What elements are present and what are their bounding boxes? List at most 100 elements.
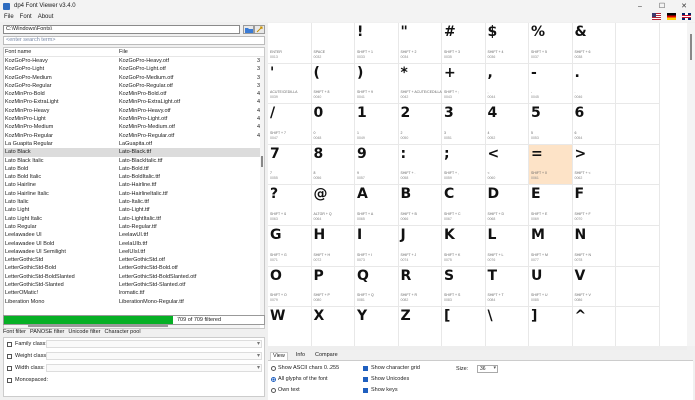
- option-own-text[interactable]: Own text: [271, 387, 300, 393]
- glyph-cell[interactable]: < <0060: [485, 144, 529, 186]
- glyph-cell[interactable]: H SHIFT + H 0072: [311, 226, 355, 267]
- glyph-cell[interactable]: D SHIFT + D 0068: [485, 185, 529, 226]
- column-file[interactable]: File: [119, 48, 254, 56]
- tab-unicode-filter[interactable]: Unicode filter: [68, 329, 100, 337]
- option-character-grid[interactable]: Show character grid: [363, 365, 420, 371]
- ascii-radio[interactable]: [271, 365, 276, 371]
- glyph-cell[interactable]: 6 6 0054: [572, 104, 616, 145]
- glyph-grid-scrollbar[interactable]: [687, 23, 695, 346]
- keys-checkbox[interactable]: [363, 387, 368, 393]
- font-list-row[interactable]: Lato Bold Lato-Bold.ttf: [4, 165, 264, 173]
- font-list-row[interactable]: KozMinPro-ExtraLight KozMinPro-ExtraLight…: [4, 98, 264, 106]
- font-list-row[interactable]: KozGoPro-Light KozGoPro-Light.otf 3: [4, 65, 264, 73]
- hscroll-thumb[interactable]: [28, 325, 168, 327]
- folder-path-input[interactable]: C:\Windows\Fonts\: [3, 25, 240, 34]
- glyph-cell[interactable]: * SHIFT + ACUTE/CEDILLA 0042: [398, 63, 442, 105]
- glyph-cell[interactable]: 1 1 0049: [355, 104, 399, 145]
- glyph-cell[interactable]: X: [312, 307, 355, 346]
- glyph-cell[interactable]: J SHIFT + J 0074: [398, 226, 442, 267]
- refresh-icon[interactable]: [254, 25, 265, 34]
- glyph-cell[interactable]: " SHIFT + 2 0034: [398, 23, 442, 64]
- glyph-cell[interactable]: F SHIFT + F 0070: [572, 185, 616, 226]
- column-font-name[interactable]: Font name: [4, 48, 119, 56]
- font-list-row[interactable]: Liberation Mono LiberationMono-Regular.tt…: [4, 298, 264, 306]
- glyph-cell[interactable]: SPACE 0032: [311, 23, 355, 64]
- glyph-cell[interactable]: T SHIFT + T 0084: [485, 266, 529, 308]
- glyph-cell[interactable]: - -0045: [529, 63, 573, 105]
- font-list-row[interactable]: Lato Black Italic Lato-BlackItalic.ttf: [4, 157, 264, 165]
- glyph-cell[interactable]: B SHIFT + B 0066: [398, 185, 442, 226]
- folder-icon[interactable]: [243, 25, 254, 34]
- glyph-cell[interactable]: ]: [529, 307, 573, 346]
- width-class-select[interactable]: [46, 364, 262, 372]
- tab-compare[interactable]: Compare: [313, 352, 340, 360]
- glyph-cell[interactable]: ^: [573, 307, 616, 346]
- glyph-cell[interactable]: G SHIFT + G 0071: [268, 226, 312, 267]
- glyph-cell[interactable]: I SHIFT + I 0073: [355, 226, 399, 267]
- font-list-row[interactable]: KozGoPro-Heavy KozGoPro-Heavy.otf 3: [4, 57, 264, 65]
- glyph-cell[interactable]: > SHIFT + <0062: [572, 144, 616, 186]
- option-keys[interactable]: Show keys: [363, 387, 398, 393]
- maximize-button[interactable]: ☐: [651, 0, 673, 12]
- glyph-cell[interactable]: K SHIFT + K 0075: [442, 226, 486, 267]
- glyph-cell[interactable]: ! SHIFT + 1 0033: [355, 23, 399, 64]
- font-list-row[interactable]: KozMinPro-Regular KozMinPro-Regular.otf 4: [4, 132, 264, 140]
- font-list-row[interactable]: LetterGothicStd-Slanted LetterGothicStd-S…: [4, 281, 264, 289]
- menu-font[interactable]: Font: [20, 14, 32, 20]
- size-select[interactable]: 36: [477, 365, 498, 373]
- glyph-cell[interactable]: (SHIFT + 8 0040: [311, 63, 355, 105]
- unicodes-checkbox[interactable]: [363, 376, 368, 382]
- font-list-row[interactable]: LetterGothicStd-BoldSlanted LetterGothicS…: [4, 273, 264, 281]
- glyph-cell[interactable]: S SHIFT + S 0083: [442, 266, 486, 308]
- glyph-cell[interactable]: 2 2 0050: [398, 104, 442, 145]
- glyph-cell[interactable]: M SHIFT + M 0077: [529, 226, 573, 267]
- glyph-cell[interactable]: ? SHIFT + ß 0063: [268, 185, 312, 226]
- character-grid-checkbox[interactable]: [363, 365, 368, 371]
- glyph-cell[interactable]: U SHIFT + U 0085: [529, 266, 573, 308]
- font-list-row[interactable]: La Guapita Regular LaGuapita.otf: [4, 140, 264, 148]
- glyph-cell[interactable]: [616, 144, 660, 186]
- glyph-cell[interactable]: 0 0 0048: [311, 104, 355, 145]
- glyph-cell[interactable]: ' ACUTE/CEDILLA 0039: [268, 63, 312, 105]
- family-class-checkbox[interactable]: [7, 341, 12, 347]
- glyph-cell[interactable]: [616, 63, 660, 105]
- glyph-cell[interactable]: = SHIFT + 0 0061: [529, 144, 573, 186]
- glyph-cell[interactable]: @ ALTGR + Q 0064: [311, 185, 355, 226]
- font-list-row[interactable]: Lato Hairline Italic Lato-HairlineItalic.…: [4, 190, 264, 198]
- glyph-cell[interactable]: O SHIFT + O 0079: [268, 266, 312, 308]
- font-list-row[interactable]: Lato Light Lato-Light.ttf: [4, 206, 264, 214]
- glyph-cell[interactable]: P SHIFT + P 0080: [311, 266, 355, 308]
- glyph-cell[interactable]: Q SHIFT + Q 0081: [355, 266, 399, 308]
- scroll-thumb[interactable]: [261, 156, 263, 167]
- glyph-cell[interactable]: V SHIFT + V 0086: [572, 266, 616, 308]
- glyph-cell[interactable]: ENTER 0013: [268, 23, 312, 64]
- font-list-row[interactable]: Lato Hairline Lato-Hairline.ttf: [4, 181, 264, 189]
- glyph-cell[interactable]: C SHIFT + C 0067: [442, 185, 486, 226]
- glyph-cell[interactable]: ) SHIFT + 9 0041: [355, 63, 399, 105]
- tab-view[interactable]: View: [270, 352, 288, 360]
- glyph-cell[interactable]: & SHIFT + 6 0038: [572, 23, 616, 64]
- glyph-cell[interactable]: E SHIFT + E 0069: [529, 185, 573, 226]
- glyph-cell[interactable]: # SHIFT + 3 0035: [442, 23, 486, 64]
- german-flag-icon[interactable]: [667, 13, 676, 20]
- family-class-select[interactable]: [46, 340, 262, 348]
- option-unicodes[interactable]: Show Unicodes: [363, 376, 409, 382]
- search-input[interactable]: <enter search term>: [3, 36, 265, 45]
- font-list-row[interactable]: Lato Italic Lato-Italic.ttf: [4, 198, 264, 206]
- font-list-row[interactable]: Leelawadee UI Bold LeelaUIb.ttf: [4, 240, 264, 248]
- font-list-scrollbar[interactable]: [260, 57, 264, 321]
- glyph-cell[interactable]: ; SHIFT + , 0059: [442, 144, 486, 186]
- option-ascii[interactable]: Show ASCII chars 0..255: [271, 365, 339, 371]
- font-list-row[interactable]: KozMinPro-Bold KozMinPro-Bold.otf 4: [4, 90, 264, 98]
- font-list-row[interactable]: KozMinPro-Heavy KozMinPro-Heavy.otf 4: [4, 107, 264, 115]
- glyph-cell[interactable]: [616, 185, 660, 226]
- font-list-row[interactable]: LetterOMatic! lromatic.ttf: [4, 289, 264, 297]
- tab-character-pool[interactable]: Character pool: [104, 329, 140, 337]
- uk-flag-icon[interactable]: [682, 13, 691, 20]
- glyph-cell[interactable]: [616, 226, 660, 267]
- glyph-cell[interactable]: [616, 307, 660, 346]
- font-list-row[interactable]: LetterGothicStd LetterGothicStd.otf: [4, 256, 264, 264]
- glyph-cell[interactable]: : SHIFT + . 0058: [398, 144, 442, 186]
- menu-about[interactable]: About: [38, 14, 54, 20]
- glyph-cell[interactable]: W: [268, 307, 312, 346]
